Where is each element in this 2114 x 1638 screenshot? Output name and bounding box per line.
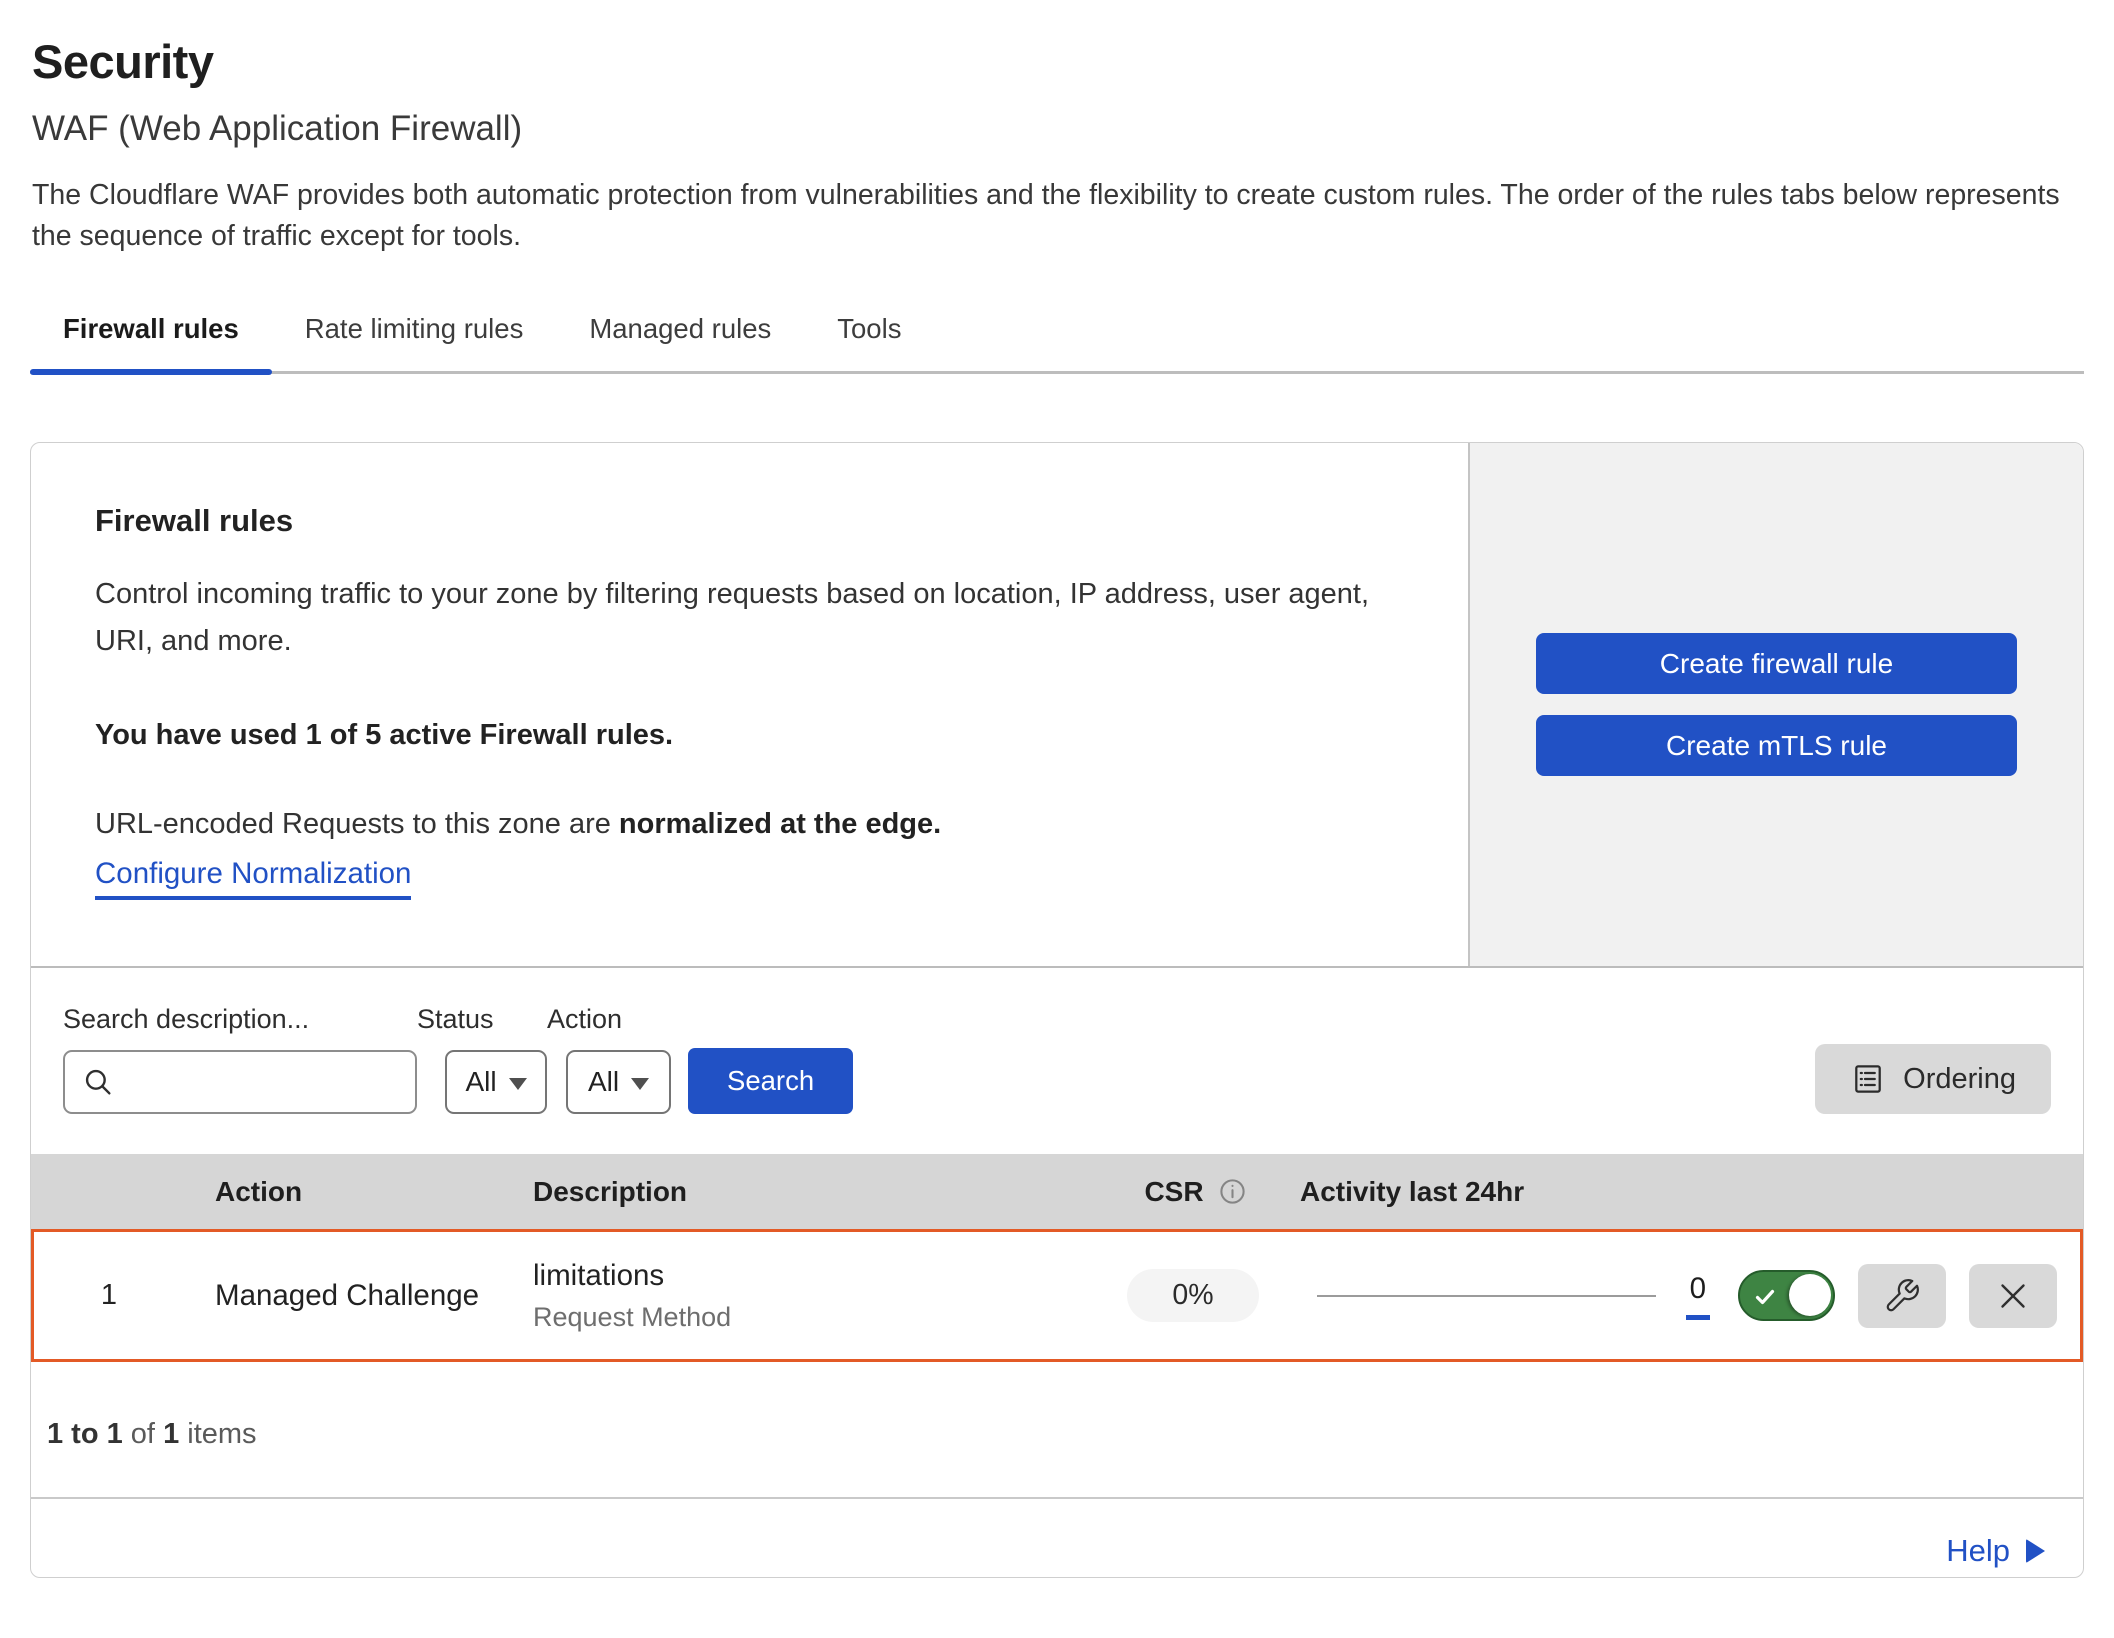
status-select[interactable]: All bbox=[445, 1050, 547, 1114]
overview-text-column: Firewall rules Control incoming traffic … bbox=[31, 443, 1468, 966]
search-button[interactable]: Search bbox=[688, 1048, 853, 1114]
rules-table-header: Action Description CSR Activity last 24h… bbox=[31, 1154, 2083, 1229]
rule-controls-cell bbox=[1738, 1264, 2080, 1328]
security-waf-page: Security WAF (Web Application Firewall) … bbox=[0, 0, 2114, 1578]
tab-tools[interactable]: Tools bbox=[804, 303, 934, 371]
tab-firewall-rules[interactable]: Firewall rules bbox=[30, 303, 272, 371]
rule-description: limitations bbox=[533, 1259, 1093, 1293]
column-header-csr: CSR bbox=[1096, 1176, 1296, 1208]
firewall-rules-card: Firewall rules Control incoming traffic … bbox=[30, 442, 2084, 1578]
edit-rule-button[interactable] bbox=[1858, 1264, 1946, 1328]
search-field-group: Search description... bbox=[63, 1004, 417, 1114]
column-header-activity: Activity last 24hr bbox=[1296, 1176, 1741, 1208]
configure-normalization-link[interactable]: Configure Normalization bbox=[95, 857, 411, 900]
help-link-label: Help bbox=[1946, 1533, 2010, 1569]
create-mtls-rule-button[interactable]: Create mTLS rule bbox=[1536, 715, 2017, 776]
ordering-button[interactable]: Ordering bbox=[1815, 1044, 2051, 1114]
toggle-knob bbox=[1789, 1274, 1831, 1316]
rule-enabled-toggle[interactable] bbox=[1738, 1270, 1835, 1321]
pagination-of: of bbox=[123, 1418, 163, 1450]
search-icon bbox=[81, 1065, 115, 1104]
overview-heading: Firewall rules bbox=[95, 503, 1408, 539]
column-header-description: Description bbox=[521, 1176, 1096, 1208]
activity-count-link[interactable]: 0 bbox=[1686, 1272, 1710, 1320]
info-icon[interactable] bbox=[1217, 1176, 1248, 1207]
csr-badge: 0% bbox=[1127, 1269, 1258, 1322]
rules-filter-bar: Search description... Status All bbox=[31, 968, 2083, 1154]
rule-action-value: Managed Challenge bbox=[184, 1279, 524, 1313]
overview-description: Control incoming traffic to your zone by… bbox=[95, 571, 1405, 665]
rule-expression: Request Method bbox=[533, 1302, 1093, 1333]
usage-summary: You have used 1 of 5 active Firewall rul… bbox=[95, 719, 1408, 752]
arrow-right-icon bbox=[2026, 1539, 2045, 1563]
normalization-note-bold: normalized at the edge. bbox=[619, 808, 941, 840]
pagination-total: 1 bbox=[163, 1418, 179, 1450]
rule-csr-cell: 0% bbox=[1093, 1269, 1293, 1322]
search-field-label: Search description... bbox=[63, 1004, 417, 1035]
help-link[interactable]: Help bbox=[1946, 1533, 2045, 1569]
page-subtitle: WAF (Web Application Firewall) bbox=[32, 109, 2084, 149]
csr-header-label: CSR bbox=[1144, 1176, 1203, 1208]
action-select[interactable]: All bbox=[566, 1050, 671, 1114]
action-select-value: All bbox=[588, 1066, 619, 1098]
rule-priority-number: 1 bbox=[34, 1279, 184, 1312]
chevron-down-icon bbox=[509, 1078, 527, 1090]
activity-sparkline bbox=[1317, 1295, 1656, 1297]
status-select-value: All bbox=[465, 1066, 496, 1098]
pagination-range: 1 to 1 bbox=[47, 1418, 123, 1450]
overview-actions-panel: Create firewall rule Create mTLS rule bbox=[1468, 443, 2083, 966]
normalization-note: URL-encoded Requests to this zone are no… bbox=[95, 808, 1408, 841]
help-row: Help bbox=[31, 1497, 2083, 1577]
column-header-action: Action bbox=[181, 1176, 521, 1208]
status-field-group: Status All bbox=[417, 1004, 547, 1114]
pagination-summary: 1 to 1 of 1 items bbox=[31, 1362, 2083, 1451]
firewall-rules-overview: Firewall rules Control incoming traffic … bbox=[31, 443, 2083, 968]
create-firewall-rule-button[interactable]: Create firewall rule bbox=[1536, 633, 2017, 694]
page-title: Security bbox=[32, 34, 2084, 89]
rule-description-cell: limitations Request Method bbox=[524, 1259, 1093, 1333]
list-ordering-icon bbox=[1850, 1061, 1886, 1097]
chevron-down-icon bbox=[631, 1078, 649, 1090]
search-box bbox=[63, 1050, 417, 1114]
search-input[interactable] bbox=[63, 1050, 417, 1114]
ordering-button-label: Ordering bbox=[1903, 1063, 2016, 1096]
page-description: The Cloudflare WAF provides both automat… bbox=[32, 175, 2082, 257]
wrench-icon bbox=[1883, 1277, 1921, 1315]
action-field-group: Action All bbox=[547, 1004, 671, 1114]
pagination-items: items bbox=[179, 1418, 256, 1450]
tab-managed-rules[interactable]: Managed rules bbox=[556, 303, 804, 371]
action-field-label: Action bbox=[547, 1004, 671, 1035]
rule-activity-cell: 0 bbox=[1293, 1272, 1738, 1320]
tab-rate-limiting-rules[interactable]: Rate limiting rules bbox=[272, 303, 557, 371]
table-row: 1 Managed Challenge limitations Request … bbox=[31, 1229, 2083, 1362]
delete-rule-button[interactable] bbox=[1969, 1264, 2057, 1328]
normalization-note-text: URL-encoded Requests to this zone are bbox=[95, 808, 619, 840]
check-icon bbox=[1753, 1285, 1777, 1314]
close-icon bbox=[1995, 1278, 2031, 1314]
status-field-label: Status bbox=[417, 1004, 547, 1035]
waf-tabs: Firewall rules Rate limiting rules Manag… bbox=[30, 303, 2084, 374]
